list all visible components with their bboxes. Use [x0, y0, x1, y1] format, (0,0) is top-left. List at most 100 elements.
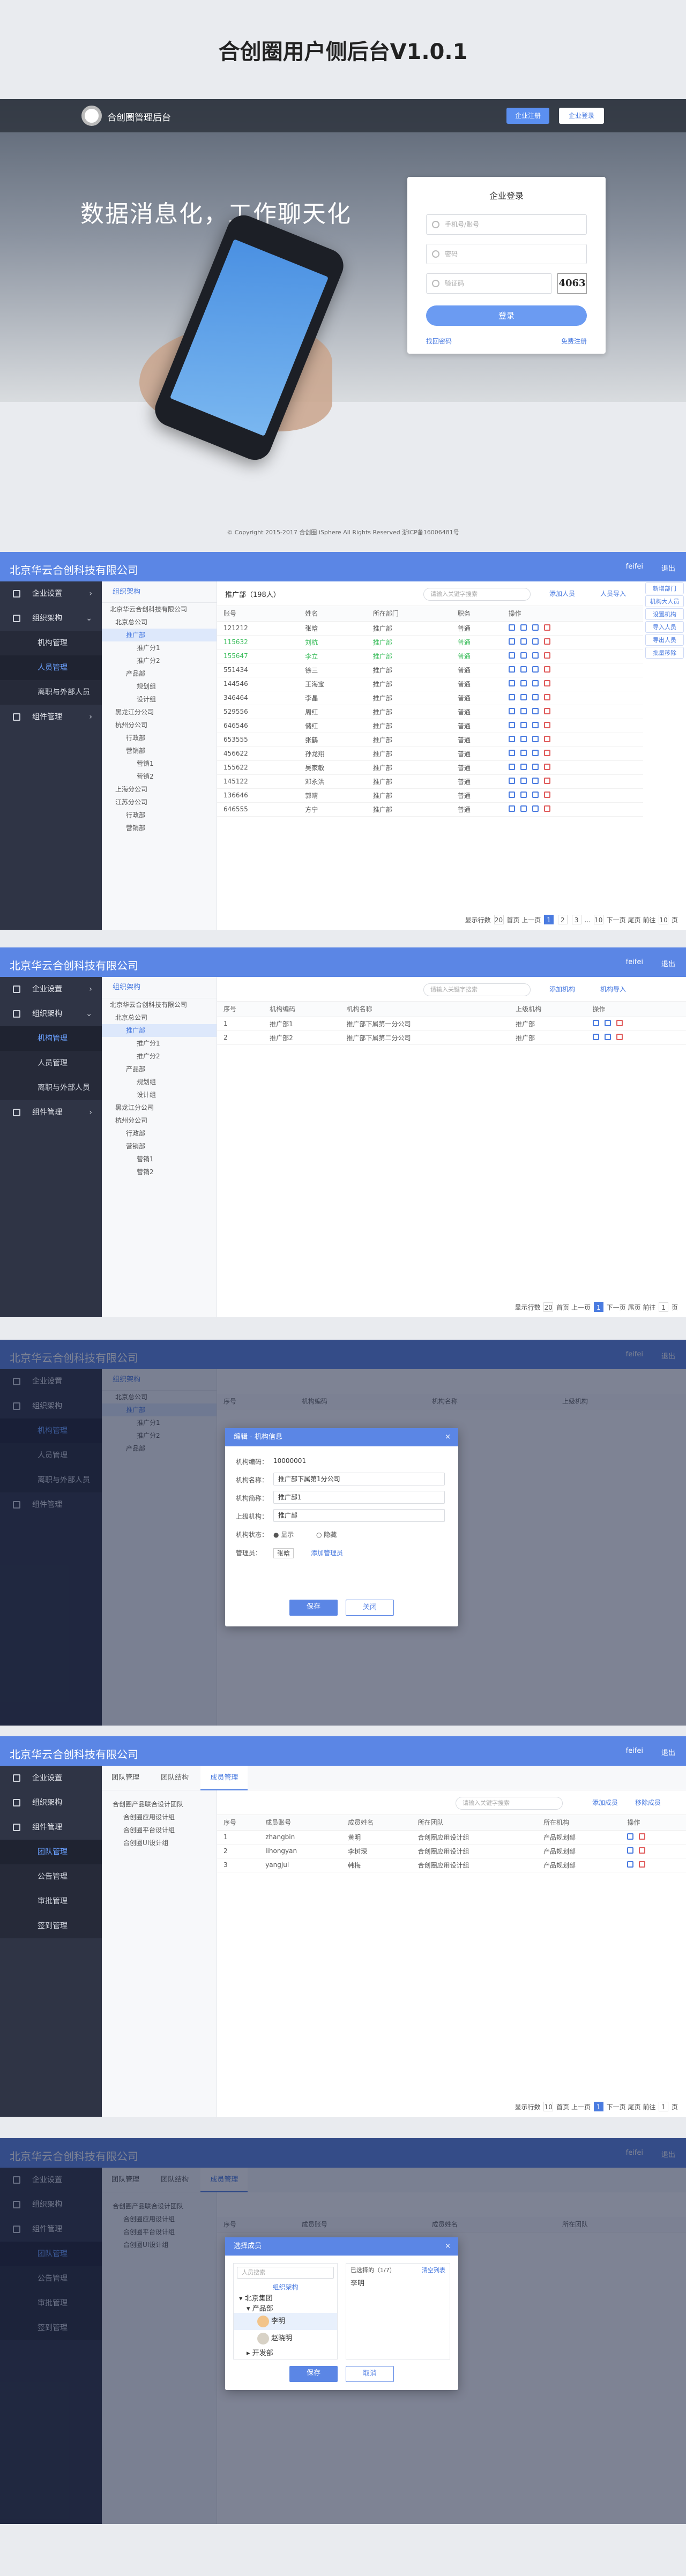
prev-page[interactable]: 上一页 [571, 2103, 591, 2111]
table-row[interactable]: 551434 徐三 推广部 普通 [217, 663, 643, 677]
sub-staff-management[interactable]: 人员管理 [0, 1051, 102, 1076]
search-icon[interactable] [508, 721, 515, 728]
tab-member[interactable]: 成员管理 [200, 1766, 248, 1790]
lock-icon[interactable] [532, 749, 539, 756]
edit-icon[interactable] [520, 791, 527, 798]
menu-company-settings[interactable]: 企业设置 › [0, 581, 102, 606]
menu-components[interactable]: 组件管理 › [0, 705, 102, 729]
edit-icon[interactable] [520, 693, 527, 700]
search-input[interactable]: 请输入关键字搜索 [423, 983, 531, 996]
tree-node[interactable]: 营销2 [102, 770, 217, 783]
password-input[interactable]: 密码 [426, 244, 587, 264]
close-icon[interactable]: × [445, 2237, 451, 2256]
edit-icon[interactable] [520, 805, 527, 812]
tree-node[interactable]: 营销1 [102, 1153, 217, 1166]
rail-set-org[interactable]: 设置机构 [645, 608, 684, 620]
search-icon[interactable] [508, 805, 515, 812]
rail-import[interactable]: 导入人员 [645, 621, 684, 633]
lock-icon[interactable] [532, 791, 539, 798]
sub-external-staff[interactable]: 离职与外部人员 [0, 1076, 102, 1100]
picker-node[interactable]: ▾ 产品部 [234, 2303, 337, 2313]
tree-node[interactable]: 营销1 [102, 757, 217, 770]
search-icon[interactable] [508, 763, 515, 770]
table-row[interactable]: 346464 李晶 推广部 普通 [217, 691, 643, 705]
page-number[interactable]: 1 [544, 915, 554, 924]
page-number[interactable]: 1 [593, 1302, 603, 1312]
tree-node[interactable]: 北京总公司 [102, 616, 217, 629]
table-row[interactable]: 145122 邓永洪 推广部 普通 [217, 774, 643, 789]
edit-icon[interactable] [520, 680, 527, 686]
table-row[interactable]: 646546 储红 推广部 普通 [217, 719, 643, 733]
tree-node[interactable]: 合创圈应用设计组 [102, 1811, 217, 1824]
lock-icon[interactable] [532, 638, 539, 645]
tree-node[interactable]: 杭州分公司 [102, 1114, 217, 1127]
sub-team-management[interactable]: 团队管理 [0, 1840, 102, 1864]
lock-icon[interactable] [532, 693, 539, 700]
menu-components[interactable]: 组件管理 › [0, 1100, 102, 1125]
tree-node[interactable]: 杭州分公司 [102, 719, 217, 731]
delete-icon[interactable] [543, 666, 550, 673]
goto-input[interactable]: 1 [659, 2102, 669, 2111]
forgot-password-link[interactable]: 找回密码 [426, 337, 452, 346]
tree-node[interactable]: 推广分2 [102, 654, 217, 667]
login-top-button[interactable]: 企业登录 [559, 108, 604, 124]
sub-dept-management[interactable]: 机构管理 [0, 631, 102, 655]
goto-input[interactable]: 10 [659, 915, 669, 924]
page-size-select[interactable]: 20 [543, 1302, 554, 1312]
add-staff-button[interactable]: 添加人员 [549, 589, 575, 598]
menu-components[interactable]: 组件管理 [0, 1815, 102, 1840]
tree-node[interactable]: 北京华云合创科技有限公司 [102, 603, 217, 616]
captcha-image[interactable]: 4063 [557, 273, 587, 294]
user-name[interactable]: feifei [626, 1747, 643, 1755]
next-page[interactable]: 下一页 [607, 916, 626, 924]
edit-icon[interactable] [604, 1033, 611, 1040]
tree-node[interactable]: 推广分1 [102, 641, 217, 654]
edit-icon[interactable] [520, 638, 527, 645]
search-icon[interactable] [592, 1033, 599, 1040]
table-row[interactable]: 115632 刘杭 推广部 普通 [217, 635, 643, 649]
user-name[interactable]: feifei [626, 563, 643, 571]
table-row[interactable]: 155647 李立 推广部 普通 [217, 649, 643, 663]
clear-list-link[interactable]: 清空列表 [422, 2264, 445, 2278]
tree-node[interactable]: 产品部 [102, 667, 217, 680]
lock-icon[interactable] [532, 666, 539, 673]
tree-node[interactable]: 推广分2 [102, 1050, 217, 1063]
first-page[interactable]: 首页 [556, 1304, 569, 1311]
sub-dept-management[interactable]: 机构管理 [0, 1026, 102, 1051]
tree-node[interactable]: 营销部 [102, 1140, 217, 1153]
lock-icon[interactable] [532, 735, 539, 742]
search-icon[interactable] [508, 791, 515, 798]
picker-person[interactable]: 李明 [234, 2313, 337, 2330]
close-icon[interactable]: × [445, 1428, 451, 1446]
sub-checkin-management[interactable]: 签到管理 [0, 1914, 102, 1938]
cancel-button[interactable]: 取消 [346, 2366, 394, 2382]
table-row[interactable]: 121212 张晗 推广部 普通 [217, 621, 643, 636]
sub-external-staff[interactable]: 离职与外部人员 [0, 680, 102, 705]
edit-icon[interactable] [639, 1833, 646, 1840]
edit-icon[interactable] [520, 707, 527, 714]
table-row[interactable]: 155622 吴家敏 推广部 普通 [217, 760, 643, 775]
tree-node[interactable]: 北京华云合创科技有限公司 [102, 998, 217, 1011]
delete-icon[interactable] [543, 638, 550, 645]
page-number[interactable]: 2 [557, 915, 568, 924]
logout-link[interactable]: 退出 [661, 958, 675, 968]
edit-icon[interactable] [604, 1019, 611, 1026]
menu-org[interactable]: 组织架构 ⌄ [0, 1002, 102, 1026]
delete-icon[interactable] [543, 624, 550, 631]
import-dept-button[interactable]: 机构导入 [600, 984, 626, 994]
edit-icon[interactable] [639, 1861, 646, 1868]
search-icon[interactable] [627, 1833, 634, 1840]
tree-node[interactable]: 行政部 [102, 731, 217, 744]
edit-icon[interactable] [520, 721, 527, 728]
table-row[interactable]: 646555 方宁 推广部 普通 [217, 802, 643, 817]
table-row[interactable]: 653555 张鹤 推广部 普通 [217, 733, 643, 747]
tree-node[interactable]: 推广部 [102, 629, 217, 641]
member-search-input[interactable]: 人员搜索 [237, 2267, 334, 2279]
sub-staff-management[interactable]: 人员管理 [0, 655, 102, 680]
table-row[interactable]: 456622 孙龙翔 推广部 普通 [217, 746, 643, 761]
search-icon[interactable] [627, 1847, 634, 1854]
register-button[interactable]: 企业注册 [506, 108, 549, 124]
last-page[interactable]: 尾页 [628, 916, 640, 924]
search-input[interactable]: 请输入关键字搜索 [456, 1797, 563, 1810]
status-hide-radio[interactable]: ○ 隐藏 [316, 1530, 337, 1539]
